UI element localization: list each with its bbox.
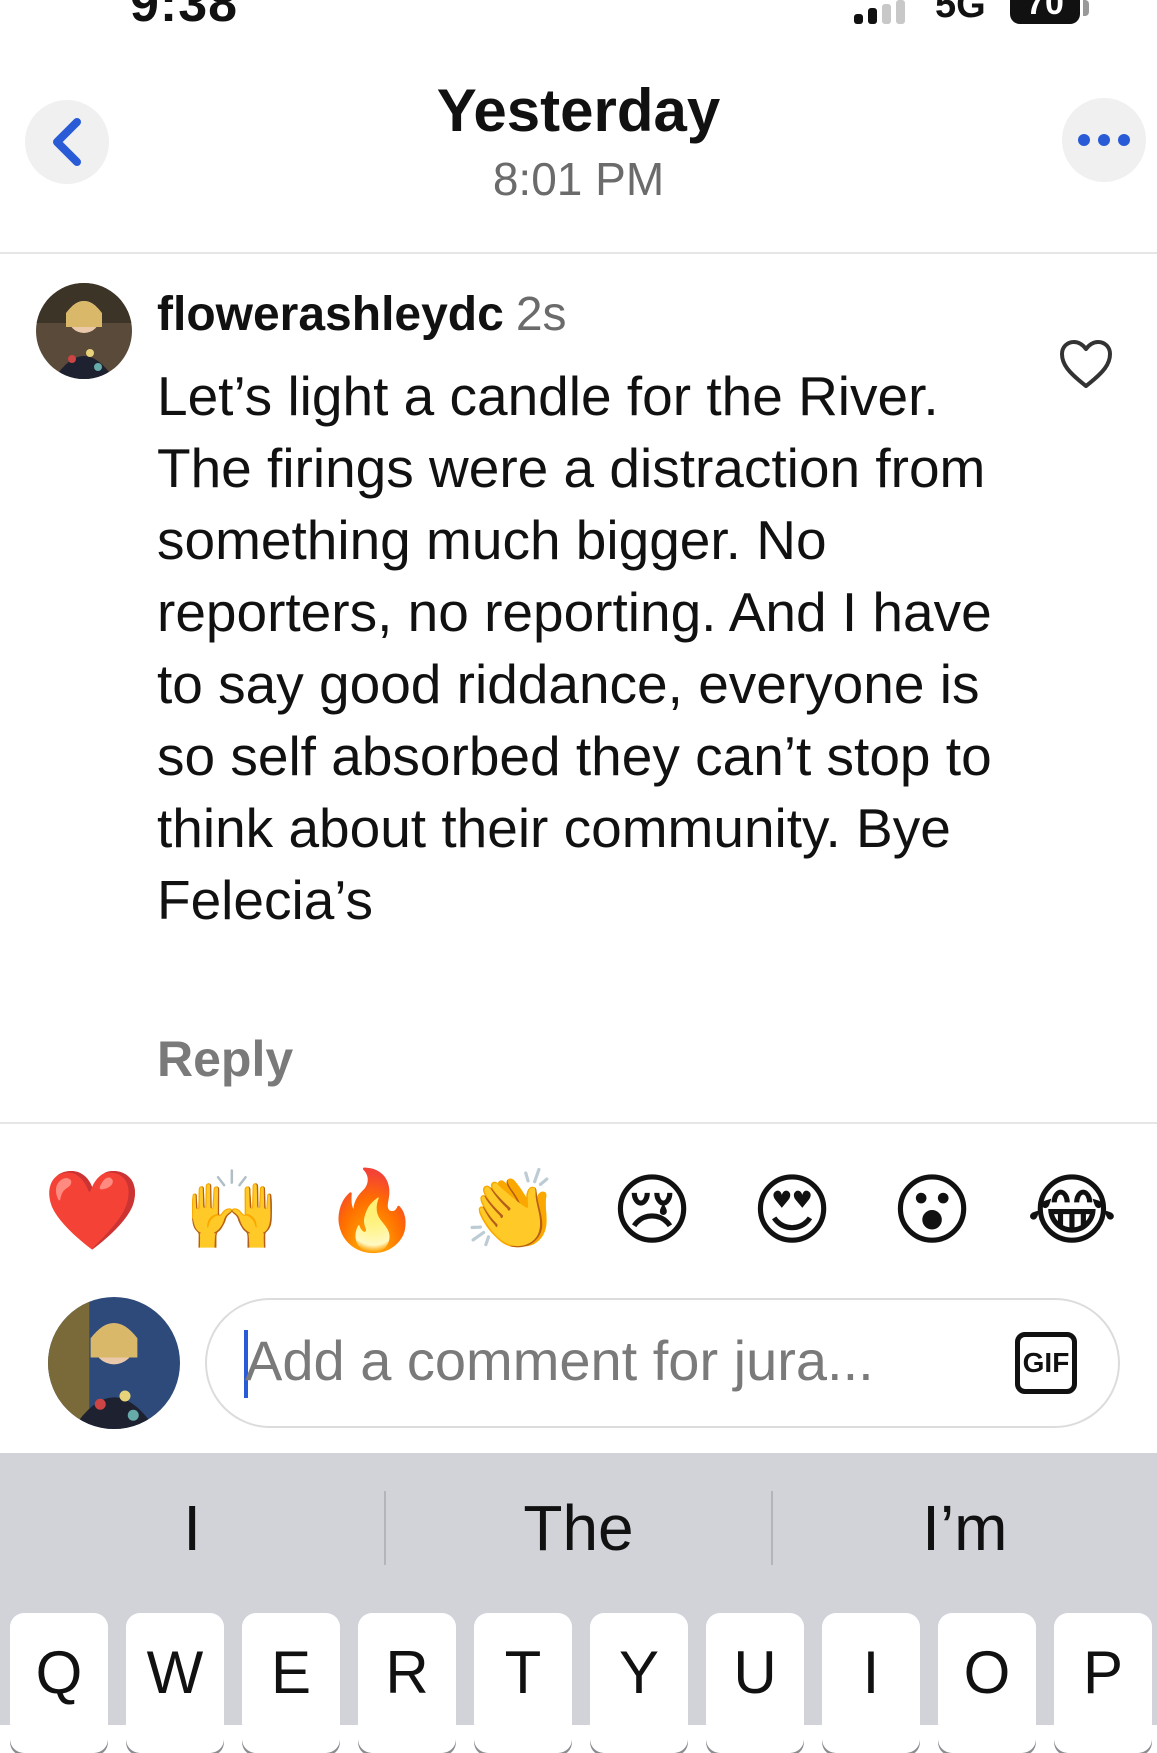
battery-cap (1083, 0, 1089, 16)
reply-button[interactable]: Reply (157, 1030, 293, 1088)
emoji-red-heart-button[interactable]: ❤️ (42, 1160, 142, 1260)
ellipsis-icon (1078, 134, 1130, 146)
emoji-heart-eyes-button[interactable]: 😍 (742, 1160, 842, 1260)
predictive-bar: I The I’m (0, 1453, 1157, 1603)
status-time: 9:38 (130, 0, 239, 33)
key-q[interactable]: Q (10, 1613, 108, 1753)
key-y[interactable]: Y (590, 1613, 688, 1753)
commenter-avatar[interactable] (36, 283, 132, 379)
heart-outline-icon[interactable] (1058, 338, 1114, 390)
comment-divider (0, 1122, 1157, 1124)
profile-photo-icon (36, 283, 132, 379)
more-options-button[interactable] (1062, 98, 1146, 182)
keyboard-row-1: QWERTYUIOP (10, 1613, 1152, 1753)
keyboard: I The I’m QWERTYUIOP (0, 1453, 1157, 1753)
battery-icon: 70 (1010, 0, 1080, 24)
emoji-quick-row: ❤️ 🙌 🔥 👏 😢 😍 😮 😂 (42, 1160, 1122, 1260)
page-subtitle: 8:01 PM (492, 153, 665, 205)
key-u[interactable]: U (706, 1613, 804, 1753)
comment-input[interactable]: Add a comment for jura... GIF (205, 1298, 1120, 1428)
key-t[interactable]: T (474, 1613, 572, 1753)
emoji-surprised-face-button[interactable]: 😮 (882, 1160, 982, 1260)
key-r[interactable]: R (358, 1613, 456, 1753)
key-o[interactable]: O (938, 1613, 1036, 1753)
suggestion-1[interactable]: I (0, 1453, 384, 1603)
profile-photo-icon (48, 1297, 180, 1429)
cell-signal-icon (854, 0, 905, 24)
gif-button[interactable]: GIF (1015, 1332, 1077, 1394)
emoji-clapping-hands-button[interactable]: 👏 (462, 1160, 562, 1260)
key-e[interactable]: E (242, 1613, 340, 1753)
comment-header: flowerashleydc 2s (157, 287, 567, 342)
comment-timestamp: 2s (515, 288, 567, 341)
header-divider (0, 252, 1157, 254)
emoji-tears-of-joy-button[interactable]: 😂 (1022, 1160, 1122, 1260)
suggestion-3[interactable]: I’m (773, 1453, 1157, 1603)
emoji-raising-hands-button[interactable]: 🙌 (182, 1160, 282, 1260)
network-type: 5G (935, 0, 986, 26)
key-p[interactable]: P (1054, 1613, 1152, 1753)
emoji-fire-button[interactable]: 🔥 (322, 1160, 422, 1260)
comment-input-placeholder: Add a comment for jura... (245, 1329, 874, 1392)
comment-body: Let’s light a candle for the River. The … (157, 365, 992, 931)
key-w[interactable]: W (126, 1613, 224, 1753)
page-title: Yesterday (436, 77, 721, 144)
comment-username[interactable]: flowerashleydc (157, 288, 504, 341)
emoji-crying-face-button[interactable]: 😢 (602, 1160, 702, 1260)
my-avatar (48, 1297, 180, 1429)
suggestion-2[interactable]: The (386, 1453, 770, 1603)
key-i[interactable]: I (822, 1613, 920, 1753)
